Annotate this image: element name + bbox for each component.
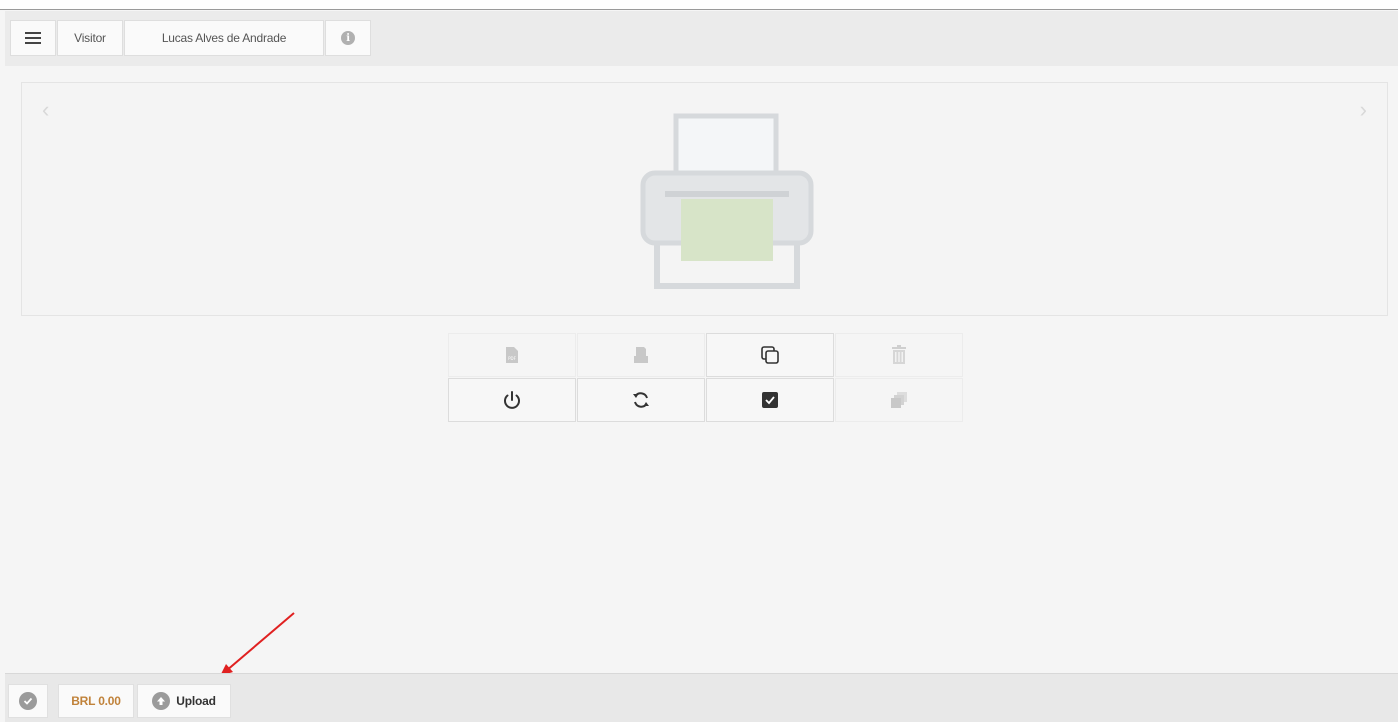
copy-icon xyxy=(761,346,779,364)
select-all-button[interactable] xyxy=(706,378,834,422)
upload-arrow-icon xyxy=(152,692,171,710)
delete-button[interactable] xyxy=(835,333,963,377)
check-circle-icon xyxy=(19,692,37,710)
info-icon: i xyxy=(341,31,355,45)
pdf-button[interactable]: PDF xyxy=(448,333,576,377)
print-icon xyxy=(634,347,648,363)
refresh-button[interactable] xyxy=(577,378,705,422)
action-grid: PDF xyxy=(448,333,963,423)
visitor-label[interactable]: Visitor xyxy=(57,20,123,56)
stack-icon xyxy=(891,392,907,408)
copy-button[interactable] xyxy=(706,333,834,377)
pdf-file-icon: PDF xyxy=(506,347,518,363)
hamburger-menu-icon xyxy=(25,32,41,44)
window-top-border xyxy=(0,0,1398,10)
power-icon xyxy=(504,391,520,409)
info-button[interactable]: i xyxy=(325,20,371,56)
user-name[interactable]: Lucas Alves de Andrade xyxy=(124,20,324,56)
print-button[interactable] xyxy=(577,333,705,377)
status-button[interactable] xyxy=(8,684,48,718)
upload-label: Upload xyxy=(176,694,216,708)
previous-arrow-icon[interactable]: ‹ xyxy=(42,97,49,123)
balance-display[interactable]: BRL 0.00 xyxy=(58,684,134,718)
svg-text:PDF: PDF xyxy=(508,356,516,361)
print-preview-panel: ‹ › xyxy=(21,82,1388,316)
trash-icon xyxy=(892,345,906,364)
next-arrow-icon[interactable]: › xyxy=(1360,97,1367,123)
status-bar: BRL 0.00 Upload xyxy=(5,673,1398,722)
menu-button[interactable] xyxy=(10,20,56,56)
printer-icon xyxy=(640,113,814,289)
refresh-icon xyxy=(633,392,649,408)
power-button[interactable] xyxy=(448,378,576,422)
upload-button[interactable]: Upload xyxy=(137,684,231,718)
top-toolbar: Visitor Lucas Alves de Andrade i xyxy=(5,11,1398,66)
stack-button[interactable] xyxy=(835,378,963,422)
checkbox-icon xyxy=(762,392,778,408)
